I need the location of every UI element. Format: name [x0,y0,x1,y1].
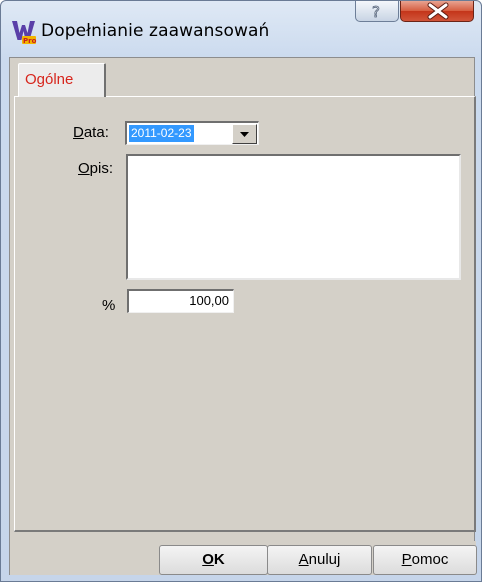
date-dropdown-button[interactable] [232,124,257,144]
date-picker[interactable]: 2011-02-23 [125,121,259,145]
title-bar[interactable]: Pro Dopełnianie zaawansowań ? [1,1,481,57]
description-label: Opis: [78,160,114,177]
cancel-button[interactable]: Anuluj [267,545,372,575]
tab-general-label: Ogólne [25,71,74,88]
date-label: Data: [73,124,109,141]
close-x-icon [427,2,449,20]
percent-input[interactable]: 100,00 [127,289,234,313]
svg-text:Pro: Pro [23,37,37,44]
question-mark-icon: ? [372,3,381,22]
percent-label: % [102,297,116,314]
dialog-window: Pro Dopełnianie zaawansowań ? Ogólne Dat… [0,0,482,582]
help-button[interactable]: Pomoc [373,545,477,575]
tab-general[interactable]: Ogólne [18,63,106,97]
app-logo-icon: Pro [12,21,37,44]
close-button[interactable] [400,1,474,22]
ok-button[interactable]: OK [159,545,268,575]
chevron-down-icon [240,132,249,137]
window-title: Dopełnianie zaawansowań [41,21,270,41]
description-textarea[interactable] [126,154,461,280]
help-title-button[interactable]: ? [355,1,399,22]
svg-text:?: ? [372,3,380,21]
date-value[interactable]: 2011-02-23 [129,125,194,142]
